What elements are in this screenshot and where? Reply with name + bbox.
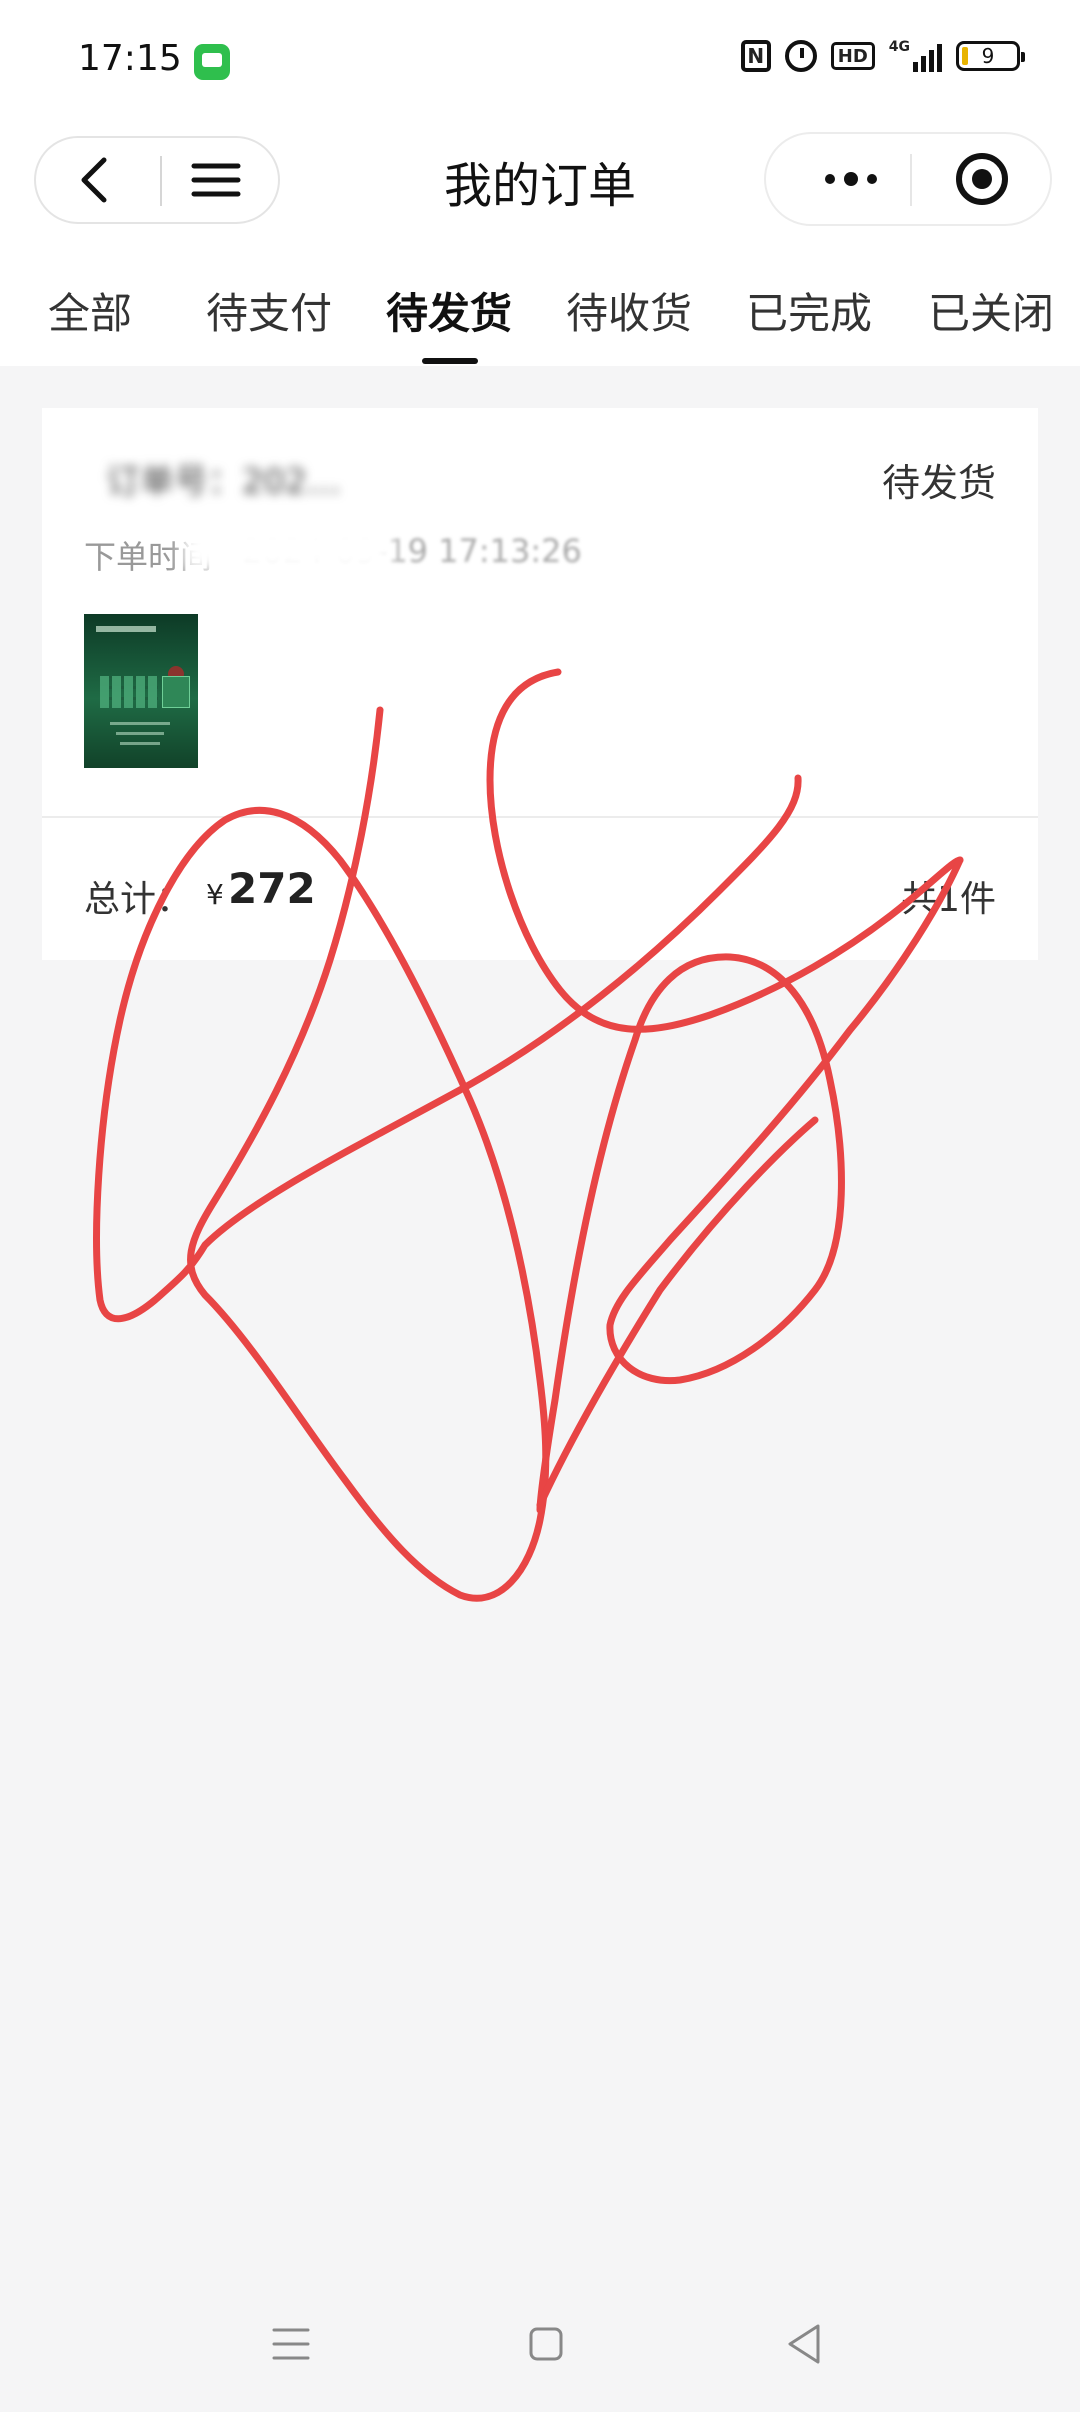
order-number: 订单号：202… [106, 462, 341, 502]
nav-capsule-right [764, 132, 1052, 226]
thumbnail-title-bar [96, 626, 156, 632]
active-tab-indicator [422, 358, 478, 364]
status-time: 17:15 [78, 38, 182, 79]
tab-completed[interactable]: 已完成 [746, 280, 872, 341]
card-divider [42, 816, 1038, 818]
total-label: 总计： [84, 879, 193, 920]
tab-pending-payment[interactable]: 待支付 [206, 280, 332, 341]
recent-apps-icon[interactable] [272, 2326, 310, 2362]
product-thumbnail[interactable] [84, 614, 198, 768]
back-triangle-icon[interactable] [784, 2322, 824, 2366]
network-label: 4G [888, 39, 910, 55]
thumbnail-grid [100, 676, 158, 708]
target-icon[interactable] [942, 148, 1022, 210]
capsule-divider [910, 154, 912, 206]
tab-closed[interactable]: 已关闭 [928, 280, 1054, 341]
thumbnail-text-line [110, 722, 170, 725]
signal-4g-icon: 4G [889, 40, 942, 72]
currency-symbol: ¥ [206, 878, 224, 911]
hd-icon: HD [830, 42, 875, 70]
tab-all[interactable]: 全部 [48, 280, 132, 341]
message-app-icon [194, 44, 230, 80]
tab-pending-receipt[interactable]: 待收货 [566, 280, 692, 341]
total-amount: 272 [228, 864, 316, 913]
home-icon[interactable] [528, 2326, 564, 2362]
nfc-icon: N [740, 40, 771, 72]
status-icons: N HD 4G 9 [740, 40, 1025, 72]
thumbnail-text-line [116, 732, 164, 735]
order-status: 待发货 [881, 461, 996, 505]
battery-icon: 9 [956, 41, 1025, 71]
thumbnail-text-line [120, 742, 160, 745]
alarm-icon [784, 40, 817, 72]
thumbnail-box [162, 676, 190, 708]
order-card[interactable]: 订单号：202… 待发货 下单时间 2024-09-19 17:13:26 总计… [42, 408, 1038, 960]
battery-level: 9 [981, 44, 995, 68]
item-count: 共1件 [901, 879, 996, 920]
privacy-blur [182, 524, 392, 572]
more-icon[interactable] [796, 148, 906, 210]
tab-pending-shipment[interactable]: 待发货 [386, 280, 512, 341]
